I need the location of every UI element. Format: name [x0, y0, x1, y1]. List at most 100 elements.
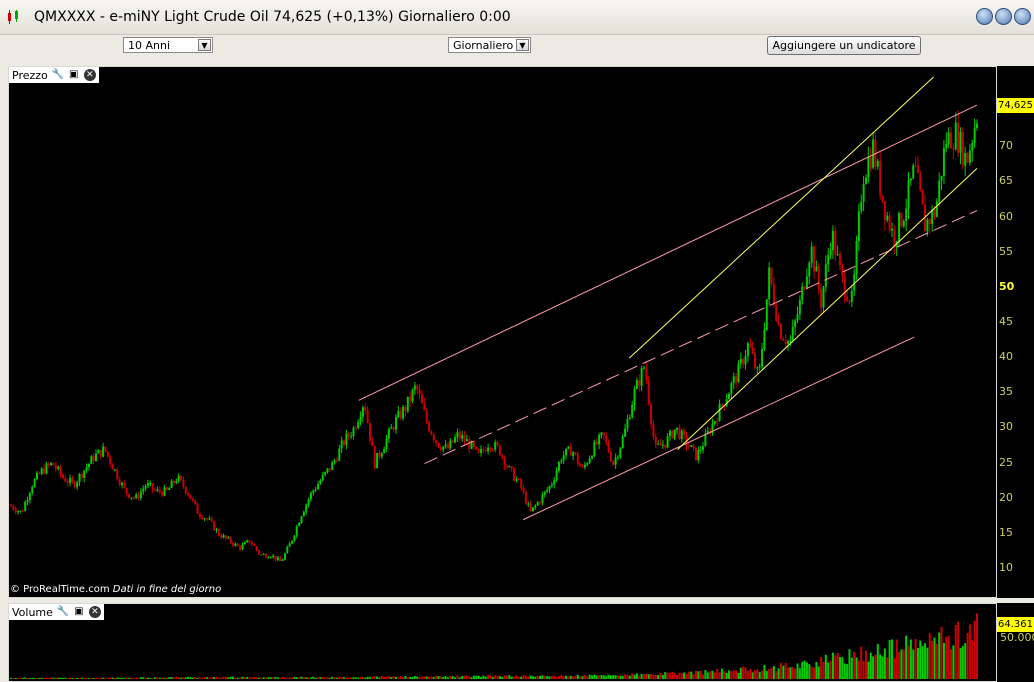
volume-bar — [491, 676, 494, 679]
volume-bar — [307, 677, 310, 679]
volume-bar — [180, 677, 183, 679]
candle-body — [883, 201, 886, 221]
candle-body — [829, 250, 832, 255]
volume-bar — [976, 613, 978, 679]
candle-body — [746, 343, 749, 357]
candle-body — [85, 467, 88, 471]
candle-body — [43, 468, 46, 474]
volume-bar — [664, 672, 667, 679]
candle-body — [458, 432, 461, 439]
volume-bar — [76, 677, 79, 679]
candle-body — [439, 447, 442, 450]
candle-body — [487, 447, 490, 452]
volume-bar — [28, 677, 31, 679]
chevron-down-icon[interactable]: ▼ — [198, 39, 211, 51]
trendline[interactable] — [677, 167, 978, 450]
candle-body — [12, 505, 15, 510]
volume-bar — [909, 639, 912, 679]
volume-bar — [480, 677, 483, 679]
volume-bar — [59, 677, 62, 679]
toolbar: 10 Anni ▼ Giornaliero ▼ Aggiungere un un… — [0, 34, 1034, 60]
candle-body — [411, 389, 414, 401]
candle-body — [602, 432, 605, 436]
candle-body — [333, 460, 336, 463]
candle-body — [586, 463, 589, 465]
volume-bar — [104, 677, 107, 679]
candle-body — [534, 505, 537, 508]
volume-bar — [869, 652, 872, 679]
wrench-icon[interactable]: 🔧 — [52, 69, 64, 81]
candle-body — [255, 546, 258, 551]
candle-body — [942, 147, 945, 176]
volume-bar — [21, 677, 24, 679]
volume-bar — [246, 676, 249, 679]
window-icon[interactable]: ▣ — [73, 606, 85, 618]
candle-body — [827, 254, 830, 265]
candle-body — [50, 462, 53, 466]
close-icon[interactable]: ✕ — [83, 69, 96, 81]
candle-body — [154, 489, 157, 491]
volume-bar — [182, 677, 185, 679]
volume-tick-label: 50.000 — [1000, 631, 1034, 644]
price-chart[interactable] — [9, 67, 996, 597]
volume-bar — [550, 675, 553, 679]
add-indicator-button[interactable]: Aggiungere un undicatore — [767, 36, 921, 55]
candle-body — [576, 453, 579, 464]
candle-body — [654, 436, 657, 444]
volume-bar — [288, 677, 291, 679]
candle-body — [227, 537, 230, 539]
candle-body — [83, 470, 86, 478]
minimize-button[interactable] — [976, 8, 993, 25]
volume-bar — [694, 670, 697, 679]
volume-chart[interactable] — [9, 604, 996, 681]
candle-body — [758, 366, 761, 368]
volume-bar — [687, 671, 690, 679]
candle-body — [751, 347, 754, 354]
volume-bar — [430, 676, 433, 679]
volume-bar — [321, 676, 324, 679]
volume-bar — [541, 675, 544, 679]
period-select[interactable]: 10 Anni ▼ — [123, 37, 213, 53]
volume-bar — [881, 656, 884, 679]
volume-bar — [279, 677, 282, 679]
candle-body — [165, 487, 168, 490]
volume-bar — [392, 676, 395, 679]
volume-bar — [713, 672, 716, 679]
volume-bar — [458, 677, 461, 679]
wrench-icon[interactable]: 🔧 — [57, 606, 69, 618]
candle-body — [888, 215, 891, 231]
candle-body — [496, 442, 499, 446]
volume-bar — [650, 673, 653, 679]
candle-body — [484, 450, 487, 452]
chevron-down-icon[interactable]: ▼ — [516, 39, 529, 51]
close-button[interactable] — [1014, 8, 1031, 25]
candle-body — [539, 502, 542, 504]
candle-body — [869, 157, 872, 168]
interval-select[interactable]: Giornaliero ▼ — [448, 37, 531, 53]
candle-body — [928, 219, 931, 225]
candle-body — [78, 473, 81, 483]
candle-body — [810, 246, 813, 263]
last-price-badge: 74,625 — [997, 98, 1034, 113]
candle-body — [501, 455, 504, 457]
candle-body — [702, 446, 705, 450]
candle-body — [543, 491, 546, 495]
candle-body — [952, 148, 955, 150]
candle-body — [933, 209, 936, 217]
volume-bar — [435, 675, 438, 679]
candle-body — [276, 557, 279, 560]
volume-bar — [69, 677, 72, 679]
window-icon[interactable]: ▣ — [68, 69, 80, 81]
volume-bar — [624, 674, 627, 679]
close-icon[interactable]: ✕ — [88, 606, 101, 618]
volume-bar — [463, 675, 466, 679]
volume-bar — [461, 675, 464, 679]
candle-body — [950, 132, 953, 149]
candle-body — [265, 554, 268, 558]
maximize-button[interactable] — [995, 8, 1012, 25]
volume-bar — [945, 636, 948, 679]
price-tick-label: 25 — [999, 455, 1013, 469]
trendline[interactable] — [522, 336, 915, 521]
volume-bar — [409, 676, 412, 679]
candle-body — [864, 177, 867, 184]
